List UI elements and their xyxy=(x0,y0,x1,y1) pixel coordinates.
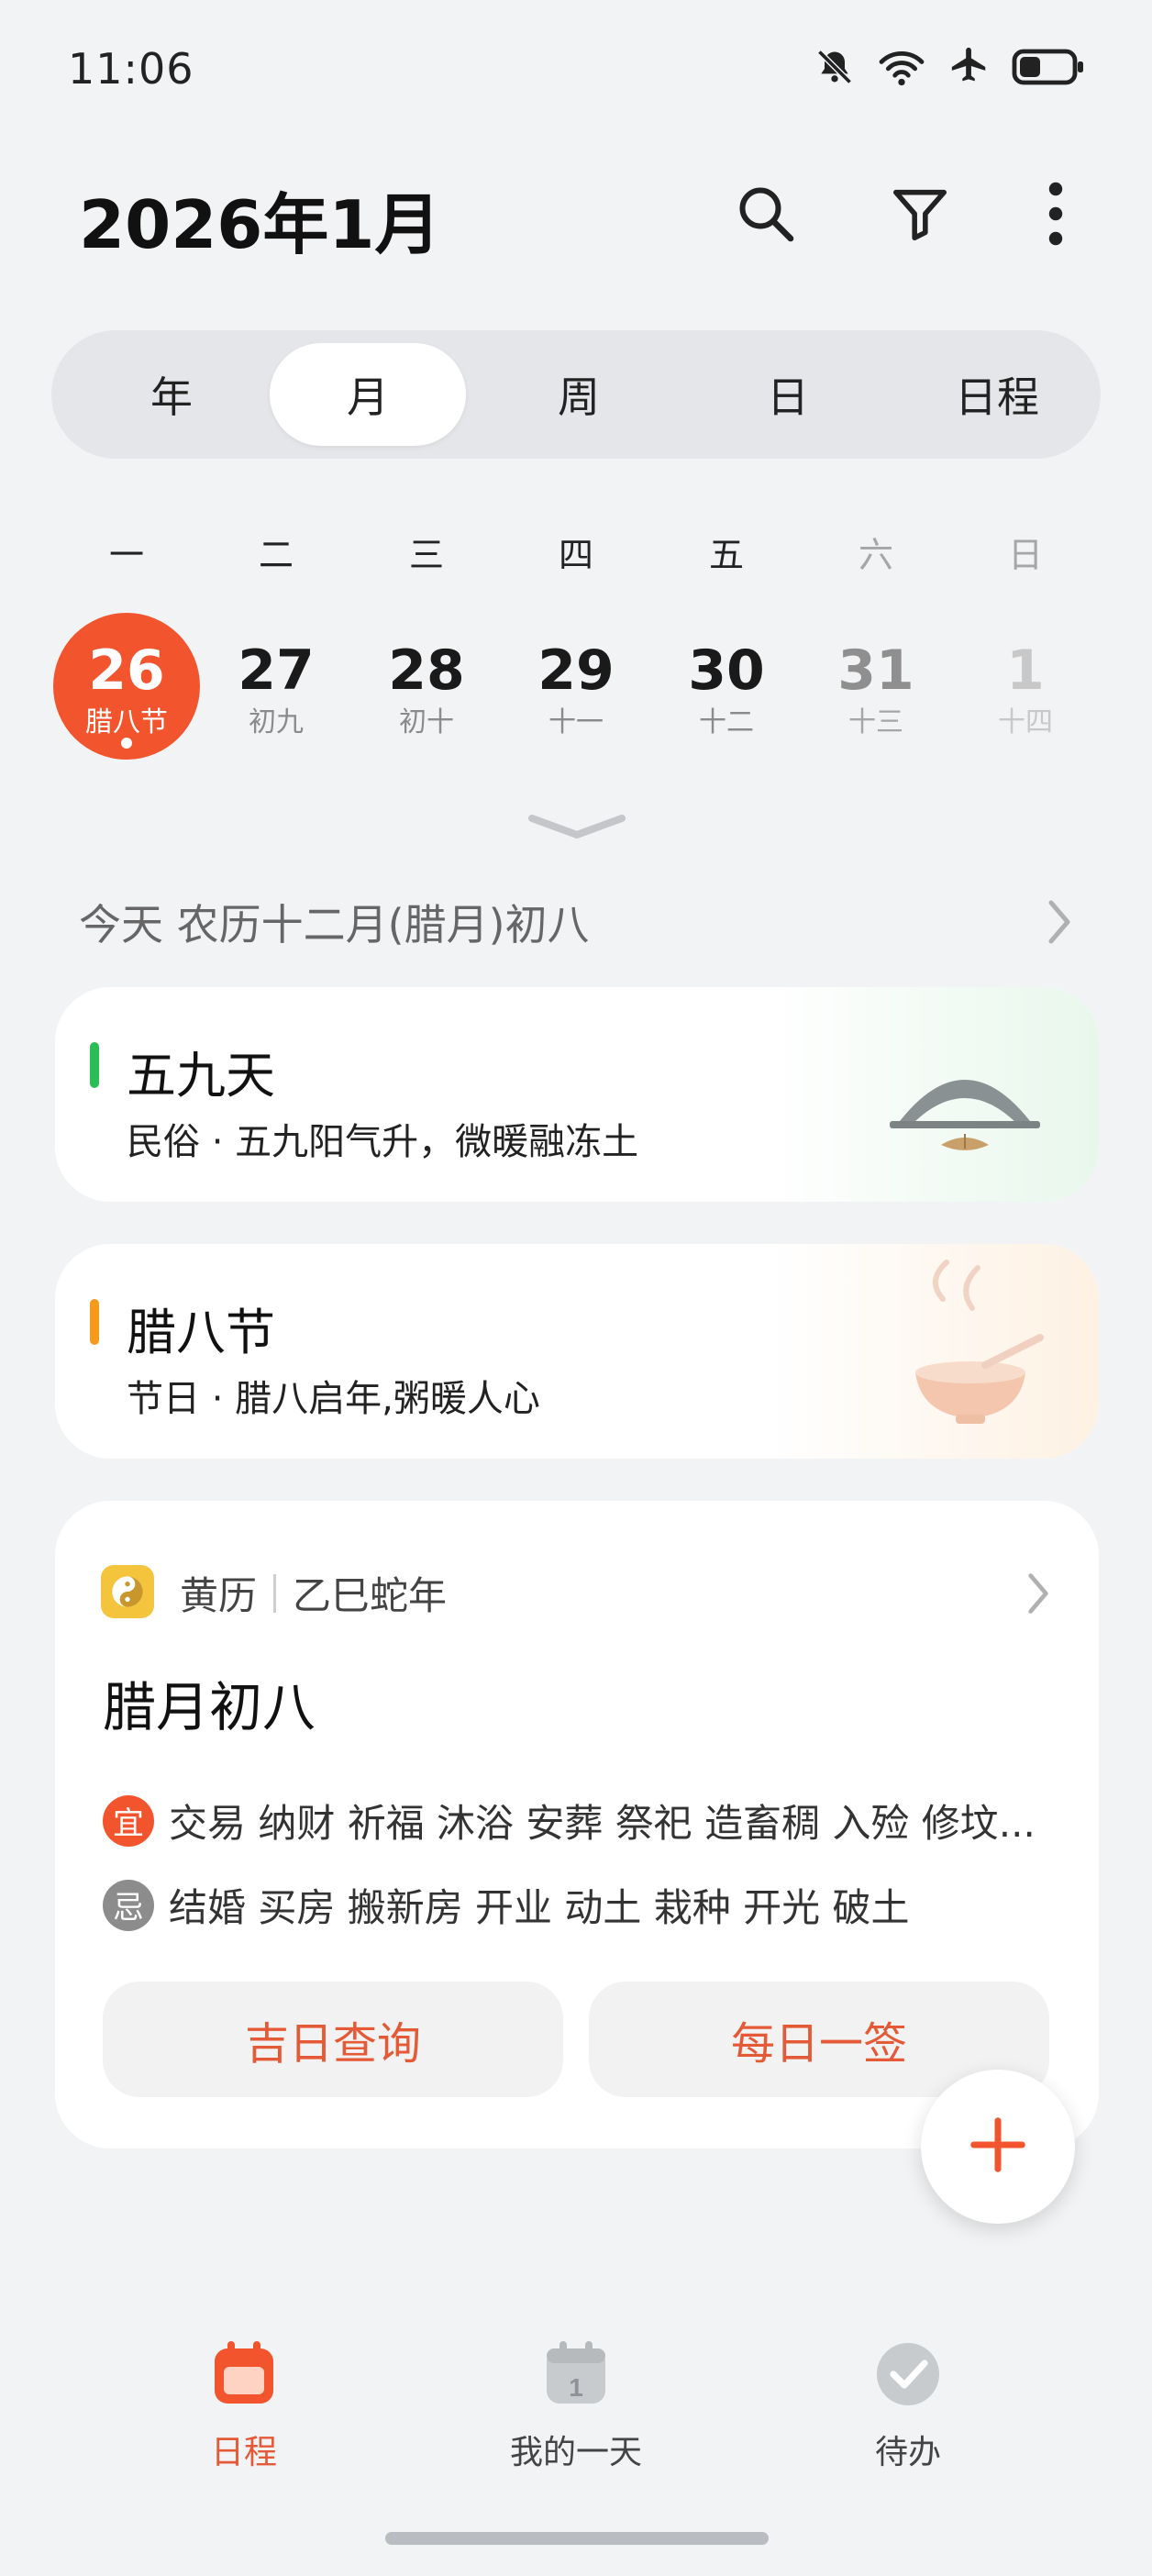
weekday-label: 五 xyxy=(708,535,744,575)
nav-item-schedule[interactable]: 日程 xyxy=(134,2337,354,2484)
date-number: 28 xyxy=(388,638,465,703)
date-cell[interactable]: 28 初十 xyxy=(353,613,500,760)
airplane-icon xyxy=(948,46,991,88)
weekday-label: 四 xyxy=(558,535,593,575)
date-number: 1 xyxy=(1006,638,1045,703)
wifi-icon xyxy=(875,47,928,87)
search-button[interactable] xyxy=(725,174,807,257)
date-number: 27 xyxy=(238,638,315,703)
weekday-label: 日 xyxy=(1007,535,1043,575)
date-lunar: 十二 xyxy=(699,706,754,738)
almanac-yi-row: 宜 交易 纳财 祈福 沐浴 安葬 祭祀 造畜稠 入殓 修坟... xyxy=(103,1793,1057,1849)
almanac-ji-items: 结婚 买房 搬新房 开业 动土 栽种 开光 破土 xyxy=(169,1885,910,1930)
weekday-label: 一 xyxy=(108,535,144,575)
date-lunar: 十一 xyxy=(548,706,604,738)
divider xyxy=(273,1573,277,1613)
yin-yang-logo-icon xyxy=(101,1565,154,1618)
calendar-day-number: 1 xyxy=(569,2373,583,2402)
festival-subtitle: 节日 · 腊八启年,粥暖人心 xyxy=(127,1378,540,1420)
status-icons xyxy=(814,46,1086,88)
calendar-icon xyxy=(207,2337,281,2411)
weekday-label: 二 xyxy=(258,535,294,575)
festival-accent-bar xyxy=(90,1042,99,1088)
weekday-label: 三 xyxy=(408,535,444,575)
nav-item-todo[interactable]: 待办 xyxy=(798,2337,1018,2484)
date-cell[interactable]: 30 十二 xyxy=(653,613,800,760)
almanac-yi-items: 交易 纳财 祈福 沐浴 安葬 祭祀 造畜稠 入殓 修坟... xyxy=(169,1801,1036,1846)
date-cell[interactable]: 29 十一 xyxy=(503,613,649,760)
almanac-card[interactable]: 黄历 乙巳蛇年 腊月初八 宜 交易 纳财 祈福 沐浴 安葬 祭祀 造畜稠 入殓 … xyxy=(55,1501,1099,2149)
almanac-name: 黄历 xyxy=(180,1573,258,1618)
nav-label: 我的一天 xyxy=(509,2434,642,2471)
date-cell[interactable]: 31 十三 xyxy=(803,613,949,760)
bridge-illustration-icon xyxy=(769,987,1099,1202)
festival-title: 腊八节 xyxy=(127,1304,275,1361)
filter-button[interactable] xyxy=(879,174,961,257)
lucky-day-search-button[interactable]: 吉日查询 xyxy=(103,1982,563,2097)
more-vert-icon xyxy=(1045,180,1067,251)
nav-label: 日程 xyxy=(210,2434,277,2471)
yi-badge: 宜 xyxy=(103,1794,154,1847)
date-number: 30 xyxy=(688,638,765,703)
search-icon xyxy=(733,181,799,250)
date-number: 29 xyxy=(537,638,615,703)
festival-card[interactable]: 腊八节 节日 · 腊八启年,粥暖人心 xyxy=(55,1244,1099,1459)
battery-icon xyxy=(1011,47,1086,87)
festival-title: 五九天 xyxy=(127,1047,275,1105)
date-lunar: 腊八节 xyxy=(85,706,168,738)
almanac-date-title: 腊月初八 xyxy=(103,1676,316,1738)
event-dot xyxy=(121,738,132,749)
festival-card[interactable]: 五九天 民俗 · 五九阳气升，微暖融冻土 xyxy=(55,987,1099,1202)
almanac-year: 乙巳蛇年 xyxy=(293,1573,448,1618)
weekday-label: 六 xyxy=(858,535,893,575)
lunar-date-line[interactable]: 今天 农历十二月(腊月)初八 xyxy=(79,892,590,952)
nav-label: 待办 xyxy=(874,2434,941,2471)
date-lunar: 十四 xyxy=(998,706,1053,738)
add-event-button[interactable] xyxy=(921,2070,1075,2224)
calendar-day-icon: 1 xyxy=(539,2337,613,2411)
tab-day[interactable]: 日 xyxy=(690,343,886,446)
festival-subtitle: 民俗 · 五九阳气升，微暖融冻土 xyxy=(127,1121,639,1163)
bell-off-icon xyxy=(814,47,855,87)
almanac-ji-row: 忌 结婚 买房 搬新房 开业 动土 栽种 开光 破土 xyxy=(103,1877,1057,1933)
ji-badge: 忌 xyxy=(103,1879,154,1931)
nav-item-my-day[interactable]: 1 我的一天 xyxy=(466,2337,686,2484)
filter-icon xyxy=(888,182,952,250)
tab-month[interactable]: 月 xyxy=(270,343,466,446)
status-bar: 11:06 xyxy=(0,0,1152,147)
almanac-header: 黄历 乙巳蛇年 xyxy=(180,1565,447,1621)
date-cell-today[interactable]: 26 腊八节 xyxy=(53,613,200,760)
date-lunar: 十三 xyxy=(848,706,903,738)
view-switcher: 年 月 周 日 日程 xyxy=(51,330,1101,459)
date-cell[interactable]: 1 十四 xyxy=(952,613,1099,760)
expand-month-handle[interactable] xyxy=(526,811,627,846)
porridge-bowl-illustration-icon xyxy=(769,1244,1099,1459)
check-circle-icon xyxy=(871,2337,945,2411)
festival-accent-bar xyxy=(90,1299,99,1345)
date-lunar: 初九 xyxy=(249,706,304,738)
plus-icon xyxy=(966,2113,1030,2181)
tab-schedule[interactable]: 日程 xyxy=(899,343,1095,446)
chevron-right-icon[interactable] xyxy=(1025,1571,1051,1620)
more-button[interactable] xyxy=(1014,174,1097,257)
status-time: 11:06 xyxy=(68,44,194,94)
chevron-right-icon[interactable] xyxy=(1046,897,1073,950)
date-number: 31 xyxy=(837,638,914,703)
tab-year[interactable]: 年 xyxy=(73,343,270,446)
chevron-down-icon xyxy=(526,815,627,846)
home-indicator[interactable] xyxy=(385,2532,769,2545)
date-lunar: 初十 xyxy=(399,706,454,738)
tab-week[interactable]: 周 xyxy=(481,343,677,446)
date-cell[interactable]: 27 初九 xyxy=(203,613,349,760)
date-number: 26 xyxy=(88,638,165,703)
page-title: 2026年1月 xyxy=(79,186,441,263)
